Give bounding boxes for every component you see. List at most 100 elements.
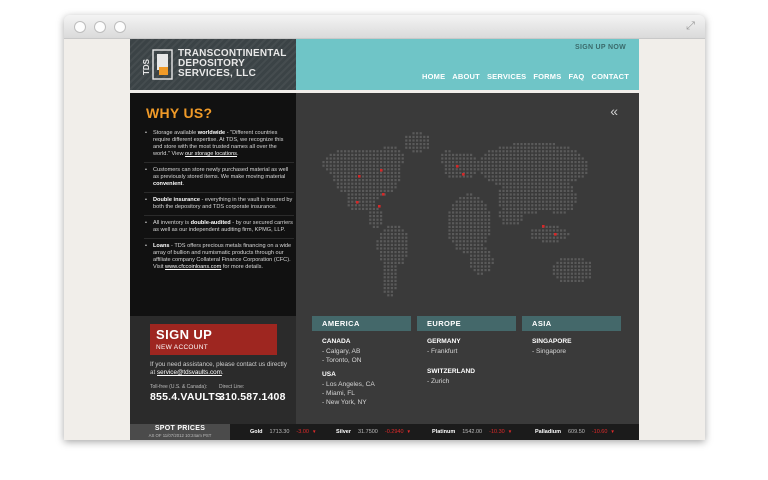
map-dot: [560, 211, 563, 214]
service-email-link[interactable]: service@tdsvaults.com: [157, 369, 222, 376]
map-dot: [560, 153, 563, 156]
map-dot: [495, 157, 498, 160]
map-dot: [516, 189, 519, 192]
region-header-america[interactable]: AMERICA: [312, 316, 411, 331]
country-name: USA: [322, 371, 336, 378]
region-header-asia[interactable]: ASIA: [522, 316, 621, 331]
nav-home[interactable]: HOME: [422, 72, 445, 81]
map-dot: [516, 164, 519, 167]
nav-contact[interactable]: CONTACT: [591, 72, 629, 81]
region-header-europe[interactable]: EUROPE: [417, 316, 516, 331]
ticker-item-silver: Silver 31.7500 -0.2940 ▼: [336, 429, 411, 435]
window-zoom-button[interactable]: [114, 21, 126, 33]
map-dot: [452, 215, 455, 218]
city-item[interactable]: - Calgary, AB: [322, 347, 375, 356]
nav-forms[interactable]: FORMS: [533, 72, 561, 81]
map-dot: [578, 168, 581, 171]
map-dot: [542, 175, 545, 178]
city-item[interactable]: - Zurich: [427, 377, 475, 386]
map-dot: [556, 146, 559, 149]
map-dot: [570, 186, 573, 189]
fullscreen-icon[interactable]: ⤢: [684, 20, 697, 33]
map-dot: [452, 229, 455, 232]
map-dot: [394, 247, 397, 250]
map-dot: [387, 182, 390, 185]
map-dot: [362, 168, 365, 171]
city-item[interactable]: - Toronto, ON: [322, 356, 375, 365]
cfc-loans-link[interactable]: www.cfccoinloans.com: [165, 264, 221, 270]
city-item[interactable]: - Frankfurt: [427, 347, 475, 356]
map-dot: [387, 171, 390, 174]
map-dot: [376, 186, 379, 189]
map-dot: [549, 150, 552, 153]
map-dot: [376, 168, 379, 171]
map-dot: [542, 193, 545, 196]
map-dot: [538, 175, 541, 178]
storage-locations-link[interactable]: our storage locations: [185, 151, 237, 157]
city-item[interactable]: - Miami, FL: [322, 389, 375, 398]
sign-up-now-link[interactable]: SIGN UP NOW: [575, 44, 626, 51]
window-minimize-button[interactable]: [94, 21, 106, 33]
map-dot: [567, 179, 570, 182]
map-dot: [516, 186, 519, 189]
map-dot: [488, 254, 491, 257]
why-us-title: WHY US?: [146, 105, 213, 121]
map-dot: [444, 168, 447, 171]
map-dot: [459, 197, 462, 200]
map-dot: [358, 207, 361, 210]
sign-up-button[interactable]: SIGN UP NEW ACCOUNT: [150, 324, 277, 355]
map-dot: [462, 207, 465, 210]
map-dot: [520, 153, 523, 156]
map-dot: [491, 168, 494, 171]
map-dot: [369, 157, 372, 160]
map-dot: [516, 171, 519, 174]
nav-about[interactable]: ABOUT: [452, 72, 480, 81]
toll-free-number[interactable]: 855.4.VAULTS: [150, 391, 222, 403]
map-dot: [347, 200, 350, 203]
map-dot: [527, 197, 530, 200]
map-dot: [563, 207, 566, 210]
map-dot: [340, 168, 343, 171]
map-dot: [552, 193, 555, 196]
window-close-button[interactable]: [74, 21, 86, 33]
map-dot: [520, 197, 523, 200]
map-dot: [470, 233, 473, 236]
map-dot: [473, 265, 476, 268]
map-dot: [520, 200, 523, 203]
map-dot: [387, 272, 390, 275]
city-item[interactable]: - Los Angeles, CA: [322, 380, 375, 389]
map-dot: [534, 236, 537, 239]
map-dot: [484, 269, 487, 272]
map-dot: [495, 171, 498, 174]
map-dot: [498, 193, 501, 196]
map-dot: [462, 164, 465, 167]
map-dot: [567, 269, 570, 272]
direct-line-number[interactable]: 310.587.1408: [219, 391, 286, 403]
map-dot: [527, 168, 530, 171]
map-dot: [351, 157, 354, 160]
map-dot: [329, 164, 332, 167]
map-dot: [545, 150, 548, 153]
map-dot: [459, 207, 462, 210]
map-dot: [340, 189, 343, 192]
nav-faq[interactable]: FAQ: [568, 72, 584, 81]
map-dot: [416, 139, 419, 142]
map-dot: [470, 157, 473, 160]
map-dot: [387, 294, 390, 297]
city-item[interactable]: - Singapore: [532, 347, 572, 356]
map-dot: [473, 171, 476, 174]
assistance-text: If you need assistance, please contact u…: [150, 361, 287, 376]
map-dot: [574, 153, 577, 156]
map-dot: [480, 215, 483, 218]
map-dot: [488, 168, 491, 171]
map-dot: [383, 171, 386, 174]
city-item[interactable]: - New York, NY: [322, 398, 375, 407]
map-dot: [405, 251, 408, 254]
map-dot: [570, 269, 573, 272]
map-dot: [520, 168, 523, 171]
nav-services[interactable]: SERVICES: [487, 72, 526, 81]
map-dot: [498, 182, 501, 185]
map-dot: [452, 233, 455, 236]
logo[interactable]: TDS TRANSCONTINENTAL DEPOSITORY SERVICES…: [130, 39, 296, 90]
map-dot: [380, 161, 383, 164]
